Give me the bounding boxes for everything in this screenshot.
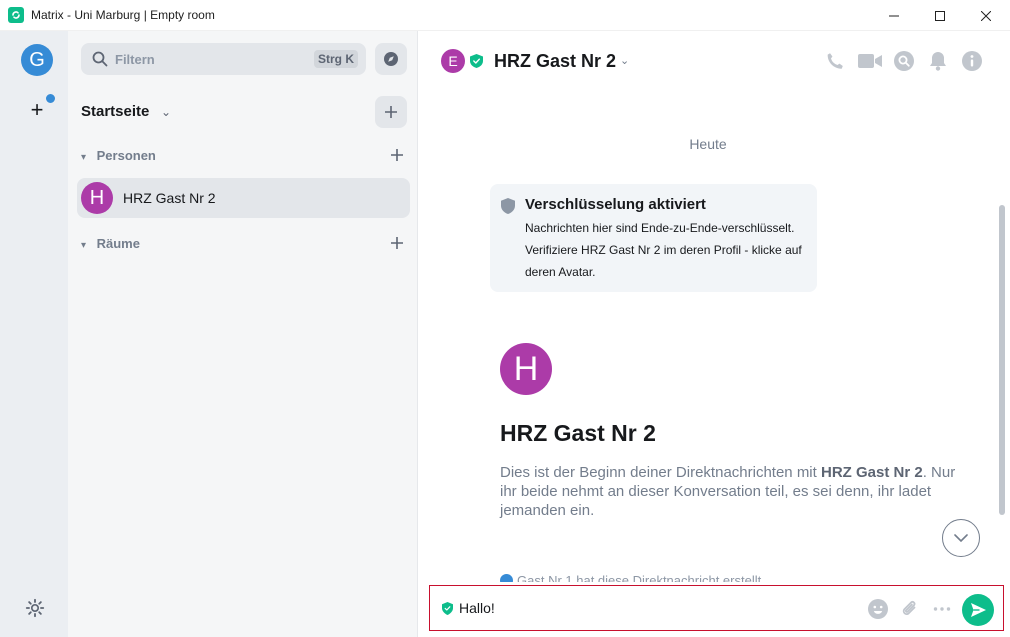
intro-text-user: HRZ Gast Nr 2 xyxy=(820,464,923,481)
spaces-bar: G + xyxy=(0,31,68,637)
chevron-down-icon xyxy=(954,534,968,542)
minimize-icon xyxy=(889,15,899,16)
title-bar: Matrix - Uni Marburg | Empty room xyxy=(0,0,1010,31)
video-icon[interactable] xyxy=(857,50,883,72)
send-icon xyxy=(971,603,986,617)
section-header-people[interactable]: ▾ Personen xyxy=(81,148,156,163)
search-icon[interactable] xyxy=(893,50,915,72)
room-header-avatar[interactable]: E xyxy=(441,49,465,73)
more-icon[interactable] xyxy=(931,598,953,620)
plus-icon xyxy=(391,149,403,161)
user-avatar[interactable]: G xyxy=(21,44,53,76)
close-icon xyxy=(981,10,991,21)
intro-text-start: Dies ist der Beginn deiner Direktnachric… xyxy=(500,464,821,481)
verified-shield-icon xyxy=(470,54,483,68)
emoji-icon[interactable] xyxy=(867,598,889,620)
maximize-icon xyxy=(935,10,945,21)
room-header-name[interactable]: HRZ Gast Nr 2 xyxy=(494,51,616,72)
close-button[interactable] xyxy=(963,0,1009,31)
room-intro-title: HRZ Gast Nr 2 xyxy=(500,420,656,446)
room-header: E HRZ Gast Nr 2 ⌄ xyxy=(418,31,1010,91)
gear-icon xyxy=(25,598,45,618)
send-button[interactable] xyxy=(962,594,994,626)
add-room-button[interactable] xyxy=(375,96,407,128)
info-icon[interactable] xyxy=(961,50,983,72)
phone-icon[interactable] xyxy=(824,50,846,72)
shield-icon xyxy=(501,198,515,214)
notification-dot xyxy=(45,93,56,104)
section-label-people: Personen xyxy=(96,148,156,163)
explore-rooms-button[interactable] xyxy=(375,43,407,75)
jump-to-bottom-button[interactable] xyxy=(942,519,980,557)
search-icon xyxy=(92,51,108,67)
matrix-app-icon xyxy=(8,7,24,23)
timeline-scrollbar[interactable] xyxy=(999,205,1005,515)
add-room-section-button[interactable] xyxy=(391,233,403,254)
plus-icon xyxy=(391,237,403,249)
app-window: Matrix - Uni Marburg | Empty room G + Fi… xyxy=(0,0,1010,637)
bell-icon[interactable] xyxy=(927,50,949,72)
room-name: HRZ Gast Nr 2 xyxy=(123,190,216,206)
search-placeholder: Filtern xyxy=(115,52,155,67)
message-input[interactable] xyxy=(459,598,839,618)
compass-icon xyxy=(384,52,398,66)
chevron-down-icon[interactable]: ⌄ xyxy=(161,105,171,119)
minimize-button[interactable] xyxy=(871,0,917,31)
encryption-notice: Verschlüsselung aktiviert Nachrichten hi… xyxy=(490,184,817,292)
room-intro-avatar[interactable]: H xyxy=(500,343,552,395)
plus-icon xyxy=(385,106,397,118)
room-search-button[interactable]: Filtern Strg K xyxy=(81,43,366,75)
message-composer xyxy=(429,585,1004,631)
room-avatar: H xyxy=(81,182,113,214)
room-creation-text: Gast Nr 1 hat diese Direktnachricht erst… xyxy=(517,573,762,582)
chevron-down-icon[interactable]: ⌄ xyxy=(620,54,629,67)
room-tile-hrz-gast-nr-2[interactable]: H HRZ Gast Nr 2 xyxy=(77,178,410,218)
encryption-body: Nachrichten hier sind Ende-zu-Ende-versc… xyxy=(525,221,802,279)
room-intro-text: Dies ist der Beginn deiner Direktnachric… xyxy=(500,463,970,520)
info-icon xyxy=(500,574,513,582)
paperclip-icon[interactable] xyxy=(899,598,921,620)
start-chat-button[interactable] xyxy=(391,145,403,166)
quick-settings-button[interactable] xyxy=(24,597,46,619)
maximize-button[interactable] xyxy=(917,0,963,31)
chevron-down-icon: ▾ xyxy=(81,240,87,251)
keyboard-shortcut-badge: Strg K xyxy=(314,50,358,68)
encryption-title: Verschlüsselung aktiviert xyxy=(525,196,706,213)
verified-shield-icon xyxy=(442,602,453,615)
home-title[interactable]: Startseite xyxy=(81,103,149,120)
room-list-panel: Filtern Strg K Startseite ⌄ ▾ Personen H… xyxy=(68,31,418,637)
date-separator: Heute xyxy=(689,136,727,152)
chevron-down-icon: ▾ xyxy=(81,152,87,163)
section-label-rooms: Räume xyxy=(96,236,140,251)
section-header-rooms[interactable]: ▾ Räume xyxy=(81,236,140,251)
window-title: Matrix - Uni Marburg | Empty room xyxy=(31,8,215,22)
room-creation-event: Gast Nr 1 hat diese Direktnachricht erst… xyxy=(500,572,900,582)
room-view: E HRZ Gast Nr 2 ⌄ Heute Verschlüsselung … xyxy=(418,31,1010,637)
